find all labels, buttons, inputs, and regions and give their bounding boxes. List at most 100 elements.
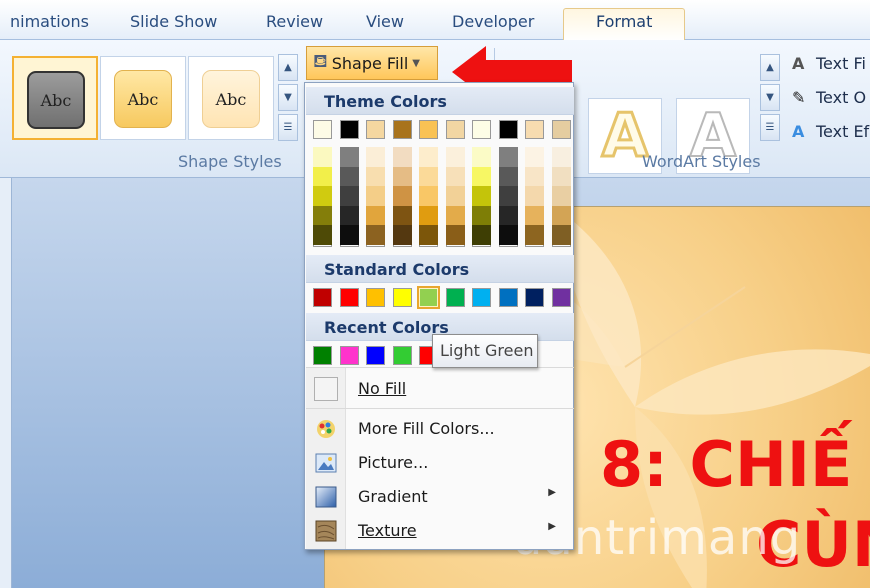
- tab-developer[interactable]: Developer: [452, 12, 534, 31]
- gallery-scroll-down-button[interactable]: ▼: [278, 84, 298, 111]
- theme-shade-swatch[interactable]: [392, 166, 412, 187]
- tab-slide-show[interactable]: Slide Show: [130, 12, 217, 31]
- theme-shade-swatch[interactable]: [445, 186, 465, 206]
- theme-shade-swatch[interactable]: [339, 166, 359, 187]
- gallery-more-button[interactable]: ☰: [278, 114, 298, 141]
- theme-shade-swatch[interactable]: [472, 186, 491, 206]
- theme-shade-swatch[interactable]: [313, 186, 332, 206]
- theme-shade-swatch[interactable]: [392, 205, 412, 226]
- theme-shade-swatch[interactable]: [419, 166, 438, 187]
- theme-shade-swatch[interactable]: [339, 186, 359, 206]
- standard-color-swatch[interactable]: [551, 288, 571, 307]
- theme-shade-swatch[interactable]: [419, 147, 438, 167]
- theme-shade-swatch[interactable]: [445, 205, 465, 226]
- tab-format[interactable]: Format: [563, 8, 686, 41]
- theme-color-swatch[interactable]: [525, 120, 544, 139]
- theme-shade-swatch[interactable]: [392, 186, 412, 206]
- wordart-scroll-up-button[interactable]: ▲: [760, 54, 780, 81]
- theme-shade-swatch[interactable]: [551, 147, 571, 167]
- theme-shade-swatch[interactable]: [366, 225, 385, 245]
- texture-menu-item[interactable]: Texture ▶: [306, 515, 574, 547]
- standard-color-swatch[interactable]: [366, 288, 385, 307]
- recent-color-swatch[interactable]: [366, 346, 385, 365]
- text-fill-button[interactable]: A Text Fi: [792, 54, 866, 73]
- standard-color-swatch[interactable]: [525, 288, 544, 307]
- gradient-icon: [314, 485, 338, 509]
- theme-color-swatch[interactable]: [551, 120, 571, 139]
- theme-shade-swatch[interactable]: [551, 186, 571, 206]
- theme-shade-swatch[interactable]: [498, 186, 518, 206]
- theme-shade-swatch[interactable]: [525, 147, 544, 167]
- theme-shade-swatch[interactable]: [419, 225, 438, 245]
- shape-style-thumbnail[interactable]: Abc: [100, 56, 186, 140]
- recent-color-swatch[interactable]: [392, 346, 412, 365]
- text-fill-label: Text Fi: [816, 54, 866, 73]
- text-outline-button[interactable]: ✎ Text O: [792, 88, 866, 107]
- theme-shade-swatch[interactable]: [551, 166, 571, 187]
- recent-color-swatch[interactable]: [313, 346, 332, 365]
- theme-shade-swatch[interactable]: [339, 225, 359, 245]
- theme-shade-swatch[interactable]: [472, 147, 491, 167]
- standard-color-swatch[interactable]: [445, 288, 465, 307]
- text-effects-button[interactable]: A Text Ef: [792, 122, 869, 141]
- picture-menu-item[interactable]: Picture...: [306, 447, 574, 479]
- shape-style-thumbnail[interactable]: Abc: [12, 56, 98, 140]
- theme-shade-swatch[interactable]: [445, 225, 465, 245]
- standard-color-swatch[interactable]: [392, 288, 412, 307]
- no-fill-menu-item[interactable]: No Fill: [306, 373, 574, 405]
- tab-review[interactable]: Review: [266, 12, 323, 31]
- theme-color-swatch[interactable]: [339, 120, 359, 139]
- theme-shade-swatch[interactable]: [313, 166, 332, 187]
- theme-shade-swatch[interactable]: [498, 147, 518, 167]
- theme-shade-swatch[interactable]: [392, 225, 412, 245]
- theme-shade-swatch[interactable]: [339, 205, 359, 226]
- theme-shade-swatch[interactable]: [419, 186, 438, 206]
- theme-shade-swatch[interactable]: [472, 166, 491, 187]
- theme-shade-swatch[interactable]: [392, 147, 412, 167]
- theme-shade-swatch[interactable]: [525, 166, 544, 187]
- gradient-menu-item[interactable]: Gradient ▶: [306, 481, 574, 513]
- standard-color-swatch[interactable]: [472, 288, 491, 307]
- theme-color-swatch[interactable]: [472, 120, 491, 139]
- theme-color-swatch[interactable]: [392, 120, 412, 139]
- wordart-more-button[interactable]: ☰: [760, 114, 780, 141]
- theme-shade-swatch[interactable]: [525, 225, 544, 245]
- recent-color-swatch[interactable]: [339, 346, 359, 365]
- tab-animations[interactable]: nimations: [10, 12, 89, 31]
- theme-color-swatch[interactable]: [419, 120, 438, 139]
- shape-style-thumbnail[interactable]: Abc: [188, 56, 274, 140]
- shape-fill-button[interactable]: ⛾ Shape Fill ▼: [306, 46, 438, 80]
- theme-shade-swatch[interactable]: [551, 205, 571, 226]
- theme-color-swatch[interactable]: [498, 120, 518, 139]
- standard-color-swatch[interactable]: [498, 288, 518, 307]
- theme-shade-swatch[interactable]: [366, 205, 385, 226]
- theme-shade-swatch[interactable]: [313, 205, 332, 226]
- theme-shade-swatch[interactable]: [366, 186, 385, 206]
- theme-color-swatch[interactable]: [313, 120, 332, 139]
- theme-shade-swatch[interactable]: [339, 147, 359, 167]
- tab-view[interactable]: View: [366, 12, 404, 31]
- theme-shade-swatch[interactable]: [525, 205, 544, 226]
- theme-shade-swatch[interactable]: [366, 166, 385, 187]
- more-fill-colors-menu-item[interactable]: More Fill Colors...: [306, 413, 574, 445]
- theme-shade-swatch[interactable]: [498, 166, 518, 187]
- wordart-scroll-down-button[interactable]: ▼: [760, 84, 780, 111]
- gallery-scroll-up-button[interactable]: ▲: [278, 54, 298, 81]
- theme-shade-swatch[interactable]: [313, 225, 332, 245]
- theme-shade-swatch[interactable]: [472, 205, 491, 226]
- theme-shade-swatch[interactable]: [472, 225, 491, 245]
- theme-color-swatch[interactable]: [445, 120, 465, 139]
- standard-color-swatch[interactable]: [339, 288, 359, 307]
- standard-color-swatch[interactable]: [313, 288, 332, 307]
- theme-shade-swatch[interactable]: [366, 147, 385, 167]
- theme-shade-swatch[interactable]: [445, 147, 465, 167]
- theme-shade-swatch[interactable]: [313, 147, 332, 167]
- theme-shade-swatch[interactable]: [498, 205, 518, 226]
- theme-shade-swatch[interactable]: [445, 166, 465, 187]
- standard-color-swatch[interactable]: [417, 286, 440, 309]
- theme-shade-swatch[interactable]: [498, 225, 518, 245]
- theme-shade-swatch[interactable]: [525, 186, 544, 206]
- theme-shade-swatch[interactable]: [419, 205, 438, 226]
- theme-color-swatch[interactable]: [366, 120, 385, 139]
- theme-shade-swatch[interactable]: [551, 225, 571, 245]
